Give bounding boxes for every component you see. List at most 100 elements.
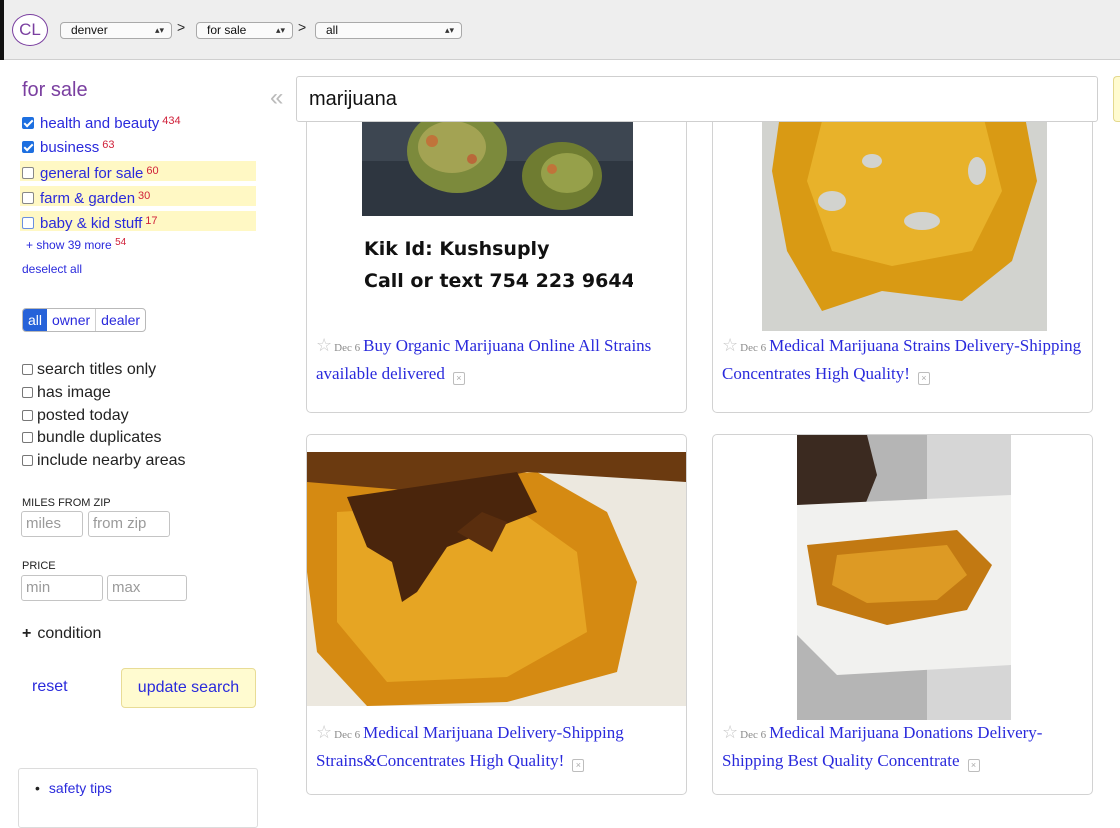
location-select[interactable]: denver ▴▾: [60, 22, 172, 39]
plus-icon: +: [22, 625, 32, 642]
listing-title-link[interactable]: Medical Marijuana Strains Delivery-Shipp…: [722, 336, 1081, 383]
min-price-input[interactable]: min: [21, 575, 103, 601]
listing-card[interactable]: Kik Id: Kushsuply Call or text 754 223 9…: [306, 100, 687, 413]
checkbox[interactable]: [22, 192, 34, 204]
update-search-button[interactable]: update search: [121, 668, 256, 708]
category-label: health and beauty: [40, 115, 160, 132]
checkbox[interactable]: [22, 387, 33, 398]
posted-today-option[interactable]: posted today: [22, 405, 129, 427]
category-select[interactable]: all ▴▾: [315, 22, 462, 39]
category-count: 60: [146, 165, 159, 177]
hide-listing-icon[interactable]: ×: [452, 372, 465, 385]
show-more-label: + show 39 more: [26, 238, 112, 252]
select-arrows-icon: ▴▾: [444, 25, 454, 35]
favorite-star-icon[interactable]: ☆: [722, 335, 738, 356]
price-label: PRICE: [22, 560, 56, 572]
category-label: farm & garden: [40, 190, 136, 207]
show-more-count: 54: [115, 237, 127, 248]
listing-image[interactable]: Kik Id: Kushsuply Call or text 754 223 9…: [362, 101, 633, 313]
category-filter-farm-and-garden[interactable]: farm & garden 30: [20, 186, 256, 207]
listing-meta: ☆ Dec 6 Buy Organic Marijuana Online All S…: [316, 333, 686, 386]
favorite-star-icon[interactable]: ☆: [316, 335, 332, 356]
listing-title-link[interactable]: Medical Marijuana Donations Delivery-Shi…: [722, 723, 1042, 770]
zip-input[interactable]: from zip: [88, 511, 170, 537]
has-image-option[interactable]: has image: [22, 382, 111, 404]
max-price-input[interactable]: max: [107, 575, 187, 601]
option-label: has image: [37, 384, 111, 401]
listing-date: Dec 6: [740, 729, 767, 741]
seller-dealer-button[interactable]: dealer: [95, 309, 145, 331]
option-label: bundle duplicates: [37, 429, 162, 446]
listing-photo: Kik Id: Kushsuply Call or text 754 223 9…: [362, 101, 633, 313]
option-label: posted today: [37, 407, 129, 424]
search-input[interactable]: marijuana: [296, 76, 1098, 122]
category-count: 30: [138, 190, 151, 202]
listing-card[interactable]: ☆ Dec 6 Medical Marijuana Delivery-Shippin…: [306, 434, 687, 795]
section-value: for sale: [207, 23, 247, 37]
listing-meta: ☆ Dec 6 Medical Marijuana Donations Delive…: [722, 720, 1092, 773]
deselect-all-link[interactable]: deselect all: [22, 262, 82, 276]
checkbox-checked[interactable]: [22, 117, 34, 129]
listing-title-link[interactable]: Buy Organic Marijuana Online All Strains…: [316, 336, 651, 383]
listing-card[interactable]: ☆ Dec 6 Medical Marijuana Donations Delive…: [712, 434, 1093, 795]
location-value: denver: [71, 23, 108, 37]
checkbox-checked[interactable]: [22, 141, 34, 153]
listing-image[interactable]: [307, 452, 686, 706]
category-filter-health-and-beauty[interactable]: health and beauty 434: [20, 111, 256, 132]
hide-listing-icon[interactable]: ×: [967, 759, 980, 772]
listing-card[interactable]: ☆ Dec 6 Medical Marijuana Strains Delivery…: [712, 100, 1093, 413]
listing-date: Dec 6: [334, 342, 361, 354]
select-arrows-icon: ▴▾: [154, 25, 164, 35]
checkbox[interactable]: [22, 364, 33, 375]
search-button[interactable]: [1113, 76, 1120, 122]
favorite-star-icon[interactable]: ☆: [316, 722, 332, 743]
checkbox[interactable]: [22, 455, 33, 466]
listing-meta: ☆ Dec 6 Medical Marijuana Delivery-Shippin…: [316, 720, 686, 773]
miles-input[interactable]: miles: [21, 511, 83, 537]
sidebar-title[interactable]: for sale: [22, 79, 88, 102]
listing-meta: ☆ Dec 6 Medical Marijuana Strains Delivery…: [722, 333, 1092, 386]
listing-photo: [762, 101, 1047, 331]
category-value: all: [326, 23, 339, 37]
breadcrumb-separator: >: [177, 19, 186, 35]
reset-link[interactable]: reset: [32, 678, 68, 696]
listing-date: Dec 6: [740, 342, 767, 354]
seller-all-button[interactable]: all: [23, 309, 48, 331]
condition-expander[interactable]: + condition: [22, 625, 101, 643]
option-label: search titles only: [37, 361, 157, 378]
listing-date: Dec 6: [334, 729, 361, 741]
seller-type-toggle: all owner dealer: [22, 308, 147, 332]
checkbox[interactable]: [22, 167, 34, 179]
hide-listing-icon[interactable]: ×: [572, 759, 585, 772]
show-more-categories-link[interactable]: + show 39 more 54: [26, 237, 126, 252]
miles-from-zip-label: MILES FROM ZIP: [22, 497, 111, 509]
checkbox[interactable]: [22, 432, 33, 443]
checkbox[interactable]: [22, 410, 33, 421]
breadcrumb-separator: >: [298, 19, 307, 35]
safety-tips-link[interactable]: safety tips: [35, 780, 112, 796]
category-label: baby & kid stuff: [40, 215, 143, 232]
section-select[interactable]: for sale ▴▾: [196, 22, 293, 39]
craigslist-logo[interactable]: CL: [12, 14, 48, 46]
category-filter-baby-and-kid-stuff[interactable]: baby & kid stuff 17: [20, 211, 256, 232]
category-count: 434: [162, 115, 181, 127]
search-titles-only-option[interactable]: search titles only: [22, 359, 156, 381]
select-arrows-icon: ▴▾: [275, 25, 285, 35]
category-count: 63: [102, 139, 115, 151]
listing-photo: [797, 435, 1011, 720]
option-label: include nearby areas: [37, 452, 186, 469]
seller-owner-button[interactable]: owner: [47, 309, 95, 331]
listing-image[interactable]: [762, 101, 1047, 331]
include-nearby-areas-option[interactable]: include nearby areas: [22, 450, 186, 472]
favorite-star-icon[interactable]: ☆: [722, 722, 738, 743]
collapse-sidebar-icon[interactable]: «: [270, 84, 283, 112]
category-filter-business[interactable]: business 63: [20, 135, 256, 156]
bundle-duplicates-option[interactable]: bundle duplicates: [22, 427, 162, 449]
image-caption-phone: Call or text 754 223 9644: [364, 270, 633, 292]
safety-tips-box: safety tips: [18, 768, 258, 828]
listing-image[interactable]: [797, 435, 1011, 720]
category-count: 17: [145, 215, 158, 227]
hide-listing-icon[interactable]: ×: [917, 372, 930, 385]
category-filter-general-for-sale[interactable]: general for sale 60: [20, 161, 256, 182]
checkbox[interactable]: [22, 217, 34, 229]
